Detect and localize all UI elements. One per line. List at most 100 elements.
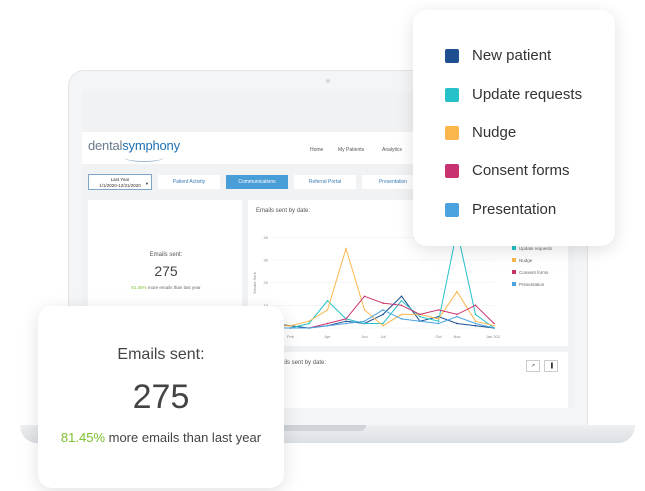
logo-text-a: dental: [88, 138, 123, 153]
series-point: [289, 327, 292, 329]
mini-legend-item: Nudge: [512, 254, 552, 266]
x-tick-label: Jan 2021: [486, 334, 500, 339]
series-point: [419, 315, 421, 318]
series-point: [382, 309, 384, 311]
emails-note-text: more emails than last year: [105, 430, 262, 445]
emails-percent: 81.45%: [60, 430, 105, 445]
series-point: [474, 304, 477, 307]
mini-legend-swatch: [512, 270, 516, 274]
series-point: [456, 313, 458, 316]
mini-legend-swatch: [512, 258, 516, 262]
series-point: [437, 322, 440, 325]
series-point: [308, 322, 310, 325]
mini-legend-label: Nudge: [519, 257, 533, 263]
series-point: [493, 327, 495, 329]
mini-legend-label: Consent forms: [519, 269, 549, 275]
series-point: [326, 324, 329, 327]
date-select-range: 1/1/2020-12/31/2020: [99, 183, 141, 188]
series-point: [474, 313, 477, 316]
legend-label: Consent forms: [472, 162, 570, 179]
series-point: [345, 247, 347, 250]
series-point: [456, 315, 458, 318]
series-point: [456, 322, 458, 325]
series-point: [474, 324, 477, 327]
legend-label: Nudge: [472, 124, 517, 141]
series-point: [382, 324, 384, 327]
series-point: [382, 302, 384, 304]
date-range-select[interactable]: Last Year 1/1/2020-12/31/2020 ▼: [88, 174, 152, 190]
nav-analytics[interactable]: Analytics: [382, 147, 402, 153]
series-point: [363, 295, 366, 298]
series-point: [382, 313, 384, 316]
legend-swatch: [445, 202, 459, 217]
tab-communications[interactable]: Communications: [226, 175, 288, 189]
small-emails-note-text: more emails than last year: [146, 285, 201, 290]
laptop-base-notch: [280, 425, 366, 431]
y-tick-label: 40: [264, 235, 269, 240]
series-point: [345, 322, 347, 325]
x-tick-label: Apr: [324, 334, 331, 339]
legend-card: New patient Update requests Nudge Consen…: [413, 10, 615, 246]
series-point: [326, 322, 329, 325]
series-point: [437, 309, 440, 311]
dental-symphony-logo[interactable]: dentalsymphony: [88, 138, 180, 153]
legend-item-update-requests: Update requests: [445, 86, 582, 103]
series-point: [493, 322, 495, 325]
chevron-down-icon: ▼: [145, 181, 149, 186]
camera-dot: [326, 79, 330, 83]
y-tick-label: 30: [264, 258, 269, 263]
legend-swatch: [445, 87, 459, 102]
nav-my-patients[interactable]: My Patients: [338, 147, 364, 153]
tab-patient-activity[interactable]: Patient Activity: [158, 175, 220, 189]
series-point: [400, 318, 403, 320]
emails-sent-card: Emails sent: 275 81.45% more emails than…: [38, 306, 284, 488]
series-point: [493, 324, 495, 327]
legend-item-nudge: Nudge: [445, 124, 516, 141]
x-tick-label: Nov: [453, 334, 460, 339]
legend-swatch: [445, 163, 459, 178]
mini-legend-label: Update requests: [519, 245, 553, 251]
legend-label: Presentation: [472, 201, 557, 218]
series-point: [363, 322, 366, 325]
x-tick-label: Jun: [361, 334, 367, 339]
legend-item-presentation: Presentation: [445, 201, 556, 218]
series-point: [400, 313, 403, 316]
emails-sent-value: 275: [132, 378, 190, 416]
series-point: [400, 304, 403, 307]
small-emails-percent: 81.45%: [131, 285, 147, 290]
mini-legend-label: Presentation: [519, 281, 545, 287]
series-point: [419, 313, 421, 316]
series-point: [326, 309, 329, 311]
legend-item-new-patient: New patient: [445, 47, 551, 64]
emails-comparison-note: 81.45% more emails than last year: [38, 430, 284, 445]
line-chart-toggle-button[interactable]: ↗: [526, 360, 540, 372]
small-emails-value: 275: [154, 263, 178, 279]
y-tick-label: 20: [264, 280, 269, 285]
mini-legend-item: Presentation: [512, 278, 552, 290]
bar-chart-toggle-button[interactable]: ▐: [544, 360, 558, 372]
y-axis-label: Emails Sent: [252, 271, 257, 293]
x-tick-label: Oct: [435, 334, 442, 339]
series-point: [474, 322, 477, 325]
x-tick-label: Feb: [287, 334, 295, 339]
legend-label: New patient: [472, 47, 552, 64]
nav-home[interactable]: Home: [310, 147, 323, 153]
logo-wave-icon: [124, 153, 164, 162]
tab-referral-portal[interactable]: Referral Portal: [294, 175, 356, 189]
logo-text-b: symphony: [122, 138, 180, 153]
emails-sent-label: Emails sent:: [117, 346, 205, 363]
series-point: [345, 318, 347, 320]
series-point: [363, 309, 366, 311]
small-emails-note: 81.45% more emails than last year: [96, 285, 236, 290]
chart-title: Emails sent by date:: [256, 208, 311, 214]
mini-legend-swatch: [512, 246, 516, 250]
series-point: [308, 327, 310, 329]
series-point: [382, 322, 384, 325]
series-point: [437, 318, 440, 320]
legend-swatch: [445, 48, 459, 63]
legend-label: Update requests: [472, 86, 583, 103]
mini-legend-swatch: [512, 282, 516, 286]
series-point: [456, 290, 458, 293]
series-point: [326, 300, 329, 302]
mini-legend-item: Consent forms: [512, 266, 552, 278]
